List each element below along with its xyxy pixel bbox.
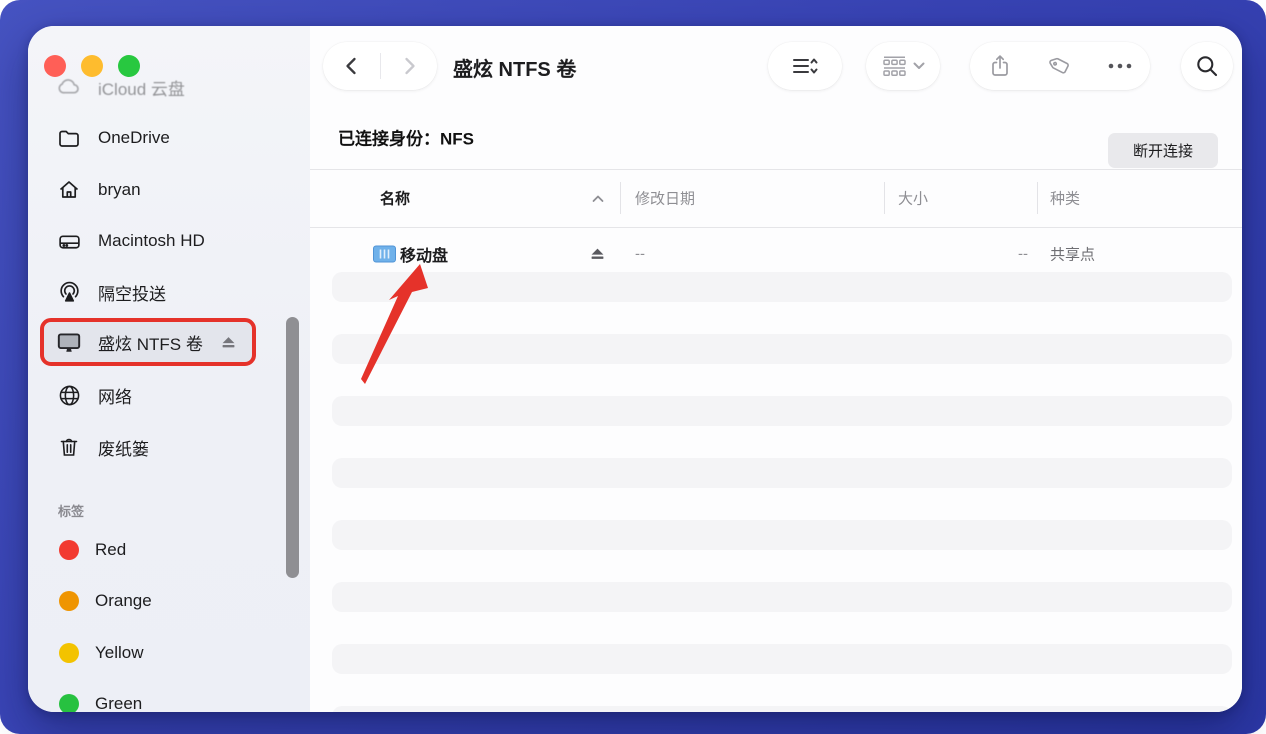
- sidebar: iCloud 云盘 OneDrive bryan: [28, 26, 310, 712]
- column-header-size[interactable]: 大小: [898, 188, 928, 209]
- chevron-down-icon: [913, 62, 925, 70]
- empty-row-stripe: [332, 458, 1232, 488]
- share-button[interactable]: [970, 54, 1030, 78]
- empty-row-stripe: [332, 334, 1232, 364]
- table-header: 名称 修改日期 大小 种类: [310, 169, 1242, 227]
- cloud-icon: [56, 74, 82, 100]
- tag-label: Orange: [95, 591, 152, 611]
- sidebar-item-macintosh-hd[interactable]: Macintosh HD: [44, 221, 254, 261]
- forward-icon: [398, 55, 420, 77]
- share-icon: [989, 54, 1011, 78]
- red-tag-icon: [59, 540, 79, 560]
- more-button[interactable]: [1090, 62, 1150, 70]
- main-content: 盛炫 NTFS 卷: [310, 26, 1242, 712]
- sort-ascending-icon: [592, 190, 604, 207]
- file-size: --: [958, 246, 1028, 263]
- internal-drive-icon: [56, 228, 82, 254]
- home-icon: [56, 177, 82, 203]
- sidebar-item-airdrop[interactable]: 隔空投送: [44, 272, 254, 312]
- sidebar-item-label: Macintosh HD: [98, 231, 205, 251]
- file-list: 移动盘 -- -- 共享点: [310, 228, 1242, 712]
- table-row[interactable]: 移动盘 -- -- 共享点: [332, 238, 1232, 270]
- actions-pill: [970, 42, 1150, 90]
- annotation-highlight-box: [40, 318, 256, 366]
- airdrop-icon: [56, 279, 82, 305]
- empty-row-stripe: [332, 396, 1232, 426]
- search-button[interactable]: [1181, 42, 1233, 90]
- sidebar-item-icloud[interactable]: iCloud 云盘: [44, 67, 254, 107]
- tags-section-label: 标签: [58, 501, 84, 520]
- list-view-icon: [792, 55, 818, 77]
- globe-icon: [56, 382, 82, 408]
- eject-icon[interactable]: [590, 247, 605, 262]
- sidebar-item-label: 网络: [98, 383, 132, 408]
- green-tag-icon: [59, 694, 79, 712]
- trash-icon: [56, 434, 82, 460]
- empty-row-stripe: [332, 582, 1232, 612]
- column-header-name[interactable]: 名称: [380, 188, 410, 209]
- shared-drive-icon: [373, 246, 396, 263]
- column-divider[interactable]: [1037, 182, 1038, 214]
- orange-tag-icon: [59, 591, 79, 611]
- file-date: --: [635, 246, 645, 263]
- sidebar-tag-red[interactable]: Red: [44, 530, 254, 570]
- group-view-icon: [882, 55, 907, 77]
- sidebar-item-trash[interactable]: 废纸篓: [44, 427, 254, 467]
- sidebar-scrollbar[interactable]: [286, 317, 299, 578]
- finder-window: iCloud 云盘 OneDrive bryan: [28, 26, 1242, 712]
- connected-identity-label: 已连接身份：NFS: [338, 125, 474, 150]
- column-divider[interactable]: [620, 182, 621, 214]
- sidebar-tag-orange[interactable]: Orange: [44, 581, 254, 621]
- tag-label: Red: [95, 540, 126, 560]
- file-kind: 共享点: [1050, 244, 1095, 265]
- more-icon: [1107, 62, 1133, 70]
- folder-icon: [56, 125, 82, 151]
- sidebar-tag-green[interactable]: Green: [44, 684, 254, 712]
- forward-button[interactable]: [381, 42, 437, 90]
- tag-icon: [1048, 54, 1072, 78]
- back-button[interactable]: [324, 42, 380, 90]
- yellow-tag-icon: [59, 643, 79, 663]
- file-name: 移动盘: [400, 242, 448, 266]
- sidebar-item-onedrive[interactable]: OneDrive: [44, 118, 254, 158]
- column-header-date[interactable]: 修改日期: [635, 188, 695, 209]
- navigation-pill: [323, 42, 437, 90]
- tag-button[interactable]: [1030, 54, 1090, 78]
- tag-label: Yellow: [95, 643, 144, 663]
- tag-label: Green: [95, 694, 142, 712]
- empty-row-stripe: [332, 706, 1232, 712]
- sidebar-item-label: 隔空投送: [98, 280, 166, 305]
- window-title: 盛炫 NTFS 卷: [453, 53, 576, 82]
- search-icon: [1195, 54, 1219, 78]
- sidebar-tag-yellow[interactable]: Yellow: [44, 633, 254, 673]
- connection-status-bar: 已连接身份：NFS 断开连接: [310, 105, 1242, 169]
- screenshot-canvas: iCloud 云盘 OneDrive bryan: [0, 0, 1266, 734]
- column-header-kind[interactable]: 种类: [1050, 188, 1080, 209]
- list-view-button[interactable]: [768, 42, 842, 90]
- back-icon: [341, 55, 363, 77]
- empty-row-stripe: [332, 520, 1232, 550]
- group-view-button[interactable]: [866, 42, 940, 90]
- sidebar-item-label: OneDrive: [98, 128, 170, 148]
- empty-row-stripe: [332, 272, 1232, 302]
- disconnect-button[interactable]: 断开连接: [1108, 133, 1218, 168]
- sidebar-item-network[interactable]: 网络: [44, 375, 254, 415]
- sidebar-item-label: 废纸篓: [98, 435, 149, 460]
- sidebar-item-label: iCloud 云盘: [98, 75, 185, 100]
- sidebar-item-label: bryan: [98, 180, 141, 200]
- empty-row-stripe: [332, 644, 1232, 674]
- sidebar-item-home[interactable]: bryan: [44, 170, 254, 210]
- column-divider[interactable]: [884, 182, 885, 214]
